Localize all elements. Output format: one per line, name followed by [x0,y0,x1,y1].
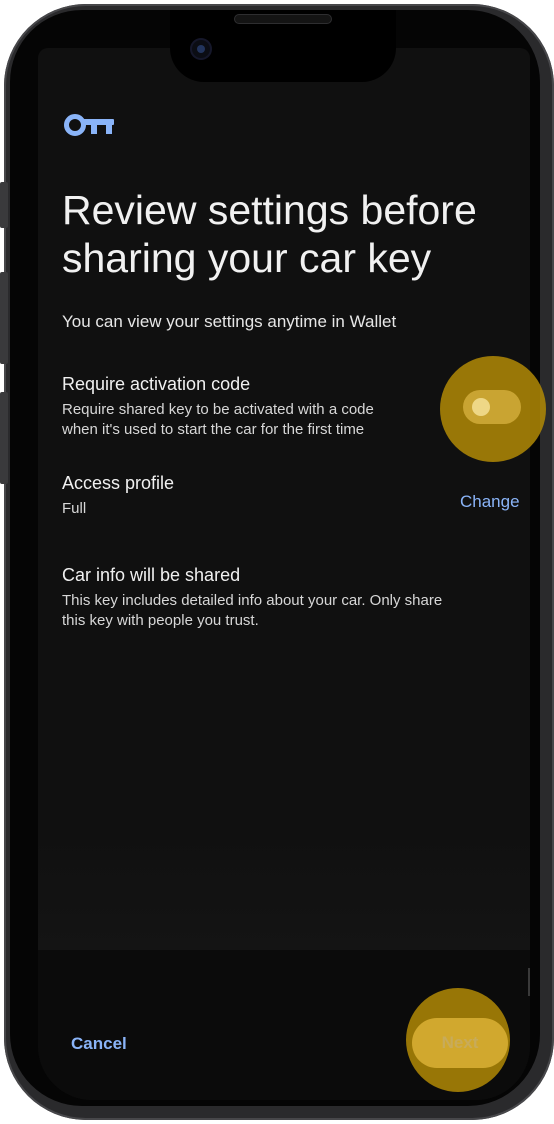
next-button[interactable]: Next [412,1018,508,1068]
car-info-description-line1: This key includes detailed info about yo… [62,592,443,609]
scroll-indicator [528,968,530,996]
access-profile-title: Access profile [62,473,175,493]
page-subtitle: You can view your settings anytime in Wa… [62,312,397,331]
volume-up-button [0,272,8,364]
earpiece-speaker [234,14,332,24]
volume-down-button [0,392,8,484]
car-key-icon [64,114,114,136]
change-access-profile-link[interactable]: Change [460,492,520,512]
front-camera [190,38,212,60]
access-profile-value: Full [62,500,87,517]
activation-code-description-line2: when it's used to start the car for the … [62,421,365,438]
activation-code-description: Require shared key to be activated with … [62,400,374,440]
page-title: Review settings before sharing your car … [62,187,477,281]
activation-code-description-line1: Require shared key to be activated with … [62,401,374,418]
cancel-button[interactable]: Cancel [60,1026,142,1062]
car-info-description: This key includes detailed info about yo… [62,591,442,631]
car-info-description-line2: this key with people you trust. [62,612,259,629]
activation-code-title: Require activation code [62,374,251,394]
car-info-title: Car info will be shared [62,565,241,585]
toggle-thumb [472,398,490,416]
mute-switch [0,182,8,228]
